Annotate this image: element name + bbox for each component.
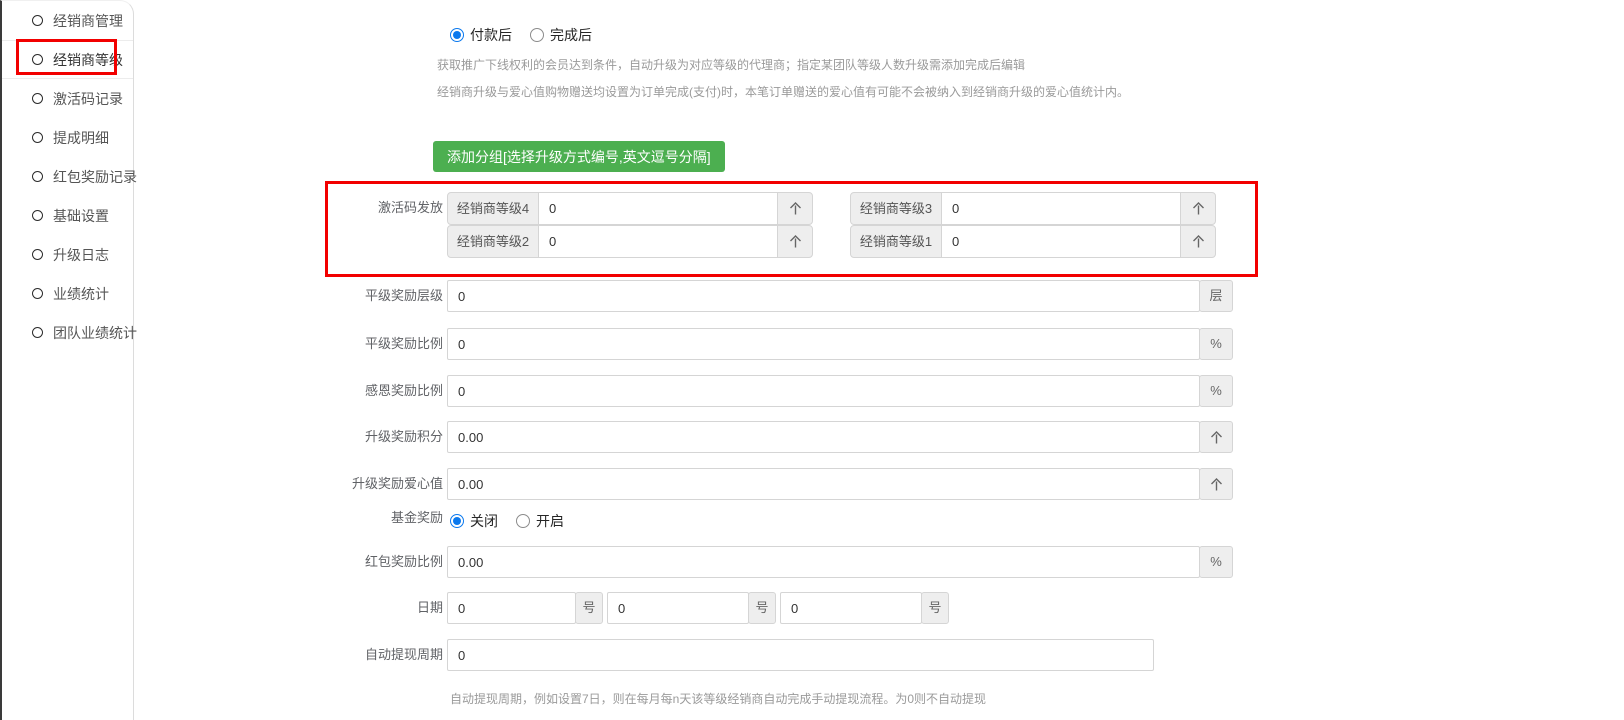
help-text-love-value: 经销商升级与爱心值购物赠送均设置为订单完成(支付)时，本笔订单赠送的爱心值有可能… — [437, 83, 1129, 100]
sidebar-item-label: 激活码记录 — [53, 89, 123, 109]
date-input-1[interactable] — [447, 592, 576, 624]
up-arrow-icon — [1180, 225, 1216, 258]
upgrade-timing-radio-group: 付款后 完成后 — [450, 25, 610, 45]
date-input-3[interactable] — [780, 592, 922, 624]
same-level-ratio-label: 平级奖励比例 — [273, 328, 443, 360]
activation-group-level1: 经销商等级1 — [850, 225, 1216, 258]
radio-option-after-completion[interactable]: 完成后 — [530, 25, 592, 45]
radio-option-after-payment[interactable]: 付款后 — [450, 25, 512, 45]
radio-option-open[interactable]: 开启 — [516, 511, 564, 531]
auto-withdraw-help-text: 自动提现周期，例如设置7日，则在每月每n天该等级经销商自动完成手动提现流程。为0… — [450, 690, 986, 707]
circle-icon — [32, 327, 43, 338]
sidebar: 经销商管理 经销商等级 激活码记录 提成明细 红包奖励记录 基础设置 升级日志 … — [0, 0, 134, 720]
circle-icon — [32, 93, 43, 104]
up-arrow-icon — [1199, 468, 1233, 500]
same-level-layer-input[interactable] — [447, 280, 1200, 312]
circle-icon — [32, 171, 43, 182]
circle-icon — [32, 15, 43, 26]
radio-checked-icon[interactable] — [450, 514, 464, 528]
activation-label: 激活码发放 — [273, 192, 443, 224]
sidebar-item-basic-settings[interactable]: 基础设置 — [2, 196, 133, 235]
sidebar-item-performance-stats[interactable]: 业绩统计 — [2, 274, 133, 313]
auto-withdraw-label: 自动提现周期 — [273, 639, 443, 671]
sidebar-item-dealer-level[interactable]: 经销商等级 — [2, 40, 133, 79]
radio-checked-icon[interactable] — [450, 28, 464, 42]
layer-unit-addon: 层 — [1199, 280, 1233, 312]
circle-icon — [32, 288, 43, 299]
sidebar-item-label: 经销商管理 — [53, 11, 123, 31]
radio-option-closed[interactable]: 关闭 — [450, 511, 498, 531]
day-unit-addon: 号 — [748, 592, 776, 624]
circle-icon — [32, 132, 43, 143]
radio-unchecked-icon[interactable] — [530, 28, 544, 42]
sidebar-item-label: 提成明细 — [53, 128, 109, 148]
radio-unchecked-icon[interactable] — [516, 514, 530, 528]
day-unit-addon: 号 — [921, 592, 949, 624]
gratitude-ratio-input[interactable] — [447, 375, 1200, 407]
fund-reward-radio-group: 关闭 开启 — [450, 511, 582, 531]
sidebar-item-label: 升级日志 — [53, 245, 109, 265]
sidebar-item-upgrade-log[interactable]: 升级日志 — [2, 235, 133, 274]
sidebar-item-label: 团队业绩统计 — [53, 323, 137, 343]
group-label: 经销商等级2 — [447, 225, 539, 258]
activation-level2-input[interactable] — [538, 225, 778, 258]
circle-icon — [32, 54, 43, 65]
radio-label: 关闭 — [470, 511, 498, 531]
sidebar-item-redpacket-log[interactable]: 红包奖励记录 — [2, 157, 133, 196]
upgrade-love-label: 升级奖励爱心值 — [273, 468, 443, 500]
percent-addon: % — [1199, 328, 1233, 360]
sidebar-item-commission-detail[interactable]: 提成明细 — [2, 118, 133, 157]
percent-addon: % — [1199, 375, 1233, 407]
date-label: 日期 — [273, 592, 443, 624]
activation-level1-input[interactable] — [941, 225, 1181, 258]
sidebar-item-label: 基础设置 — [53, 206, 109, 226]
date-input-2[interactable] — [607, 592, 749, 624]
group-label: 经销商等级3 — [850, 192, 942, 225]
auto-withdraw-input[interactable] — [447, 639, 1154, 671]
circle-icon — [32, 249, 43, 260]
up-arrow-icon — [1180, 192, 1216, 225]
group-label: 经销商等级4 — [447, 192, 539, 225]
fund-reward-label: 基金奖励 — [273, 502, 443, 534]
up-arrow-icon — [777, 192, 813, 225]
day-unit-addon: 号 — [575, 592, 603, 624]
group-label: 经销商等级1 — [850, 225, 942, 258]
activation-group-level4: 经销商等级4 — [447, 192, 813, 225]
upgrade-points-label: 升级奖励积分 — [273, 421, 443, 453]
redpacket-ratio-label: 红包奖励比例 — [273, 546, 443, 578]
activation-level4-input[interactable] — [538, 192, 778, 225]
sidebar-item-team-performance-stats[interactable]: 团队业绩统计 — [2, 313, 133, 352]
up-arrow-icon — [777, 225, 813, 258]
sidebar-item-label: 红包奖励记录 — [53, 167, 137, 187]
radio-label: 完成后 — [550, 25, 592, 45]
gratitude-ratio-label: 感恩奖励比例 — [273, 375, 443, 407]
radio-label: 开启 — [536, 511, 564, 531]
percent-addon: % — [1199, 546, 1233, 578]
circle-icon — [32, 210, 43, 221]
sidebar-item-activation-code-log[interactable]: 激活码记录 — [2, 79, 133, 118]
activation-group-level2: 经销商等级2 — [447, 225, 813, 258]
activation-group-level3: 经销商等级3 — [850, 192, 1216, 225]
sidebar-item-dealer-manage[interactable]: 经销商管理 — [2, 1, 133, 40]
up-arrow-icon — [1199, 421, 1233, 453]
help-text-upgrade: 获取推广下线权利的会员达到条件，自动升级为对应等级的代理商；指定某团队等级人数升… — [437, 56, 1025, 73]
radio-label: 付款后 — [470, 25, 512, 45]
same-level-layer-label: 平级奖励层级 — [273, 280, 443, 312]
activation-level3-input[interactable] — [941, 192, 1181, 225]
sidebar-item-label: 经销商等级 — [53, 50, 123, 70]
add-group-button[interactable]: 添加分组[选择升级方式编号,英文逗号分隔] — [433, 141, 725, 172]
upgrade-points-input[interactable] — [447, 421, 1200, 453]
sidebar-item-label: 业绩统计 — [53, 284, 109, 304]
same-level-ratio-input[interactable] — [447, 328, 1200, 360]
redpacket-ratio-input[interactable] — [447, 546, 1200, 578]
upgrade-love-input[interactable] — [447, 468, 1200, 500]
